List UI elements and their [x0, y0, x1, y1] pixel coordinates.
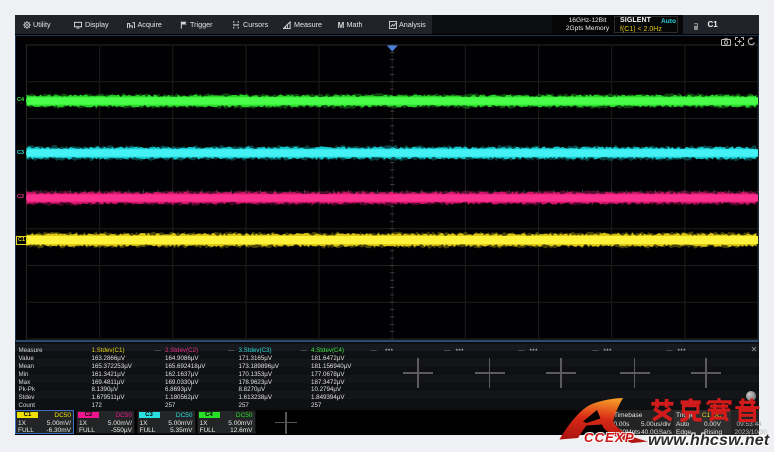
svg-text:M: M — [337, 21, 344, 29]
